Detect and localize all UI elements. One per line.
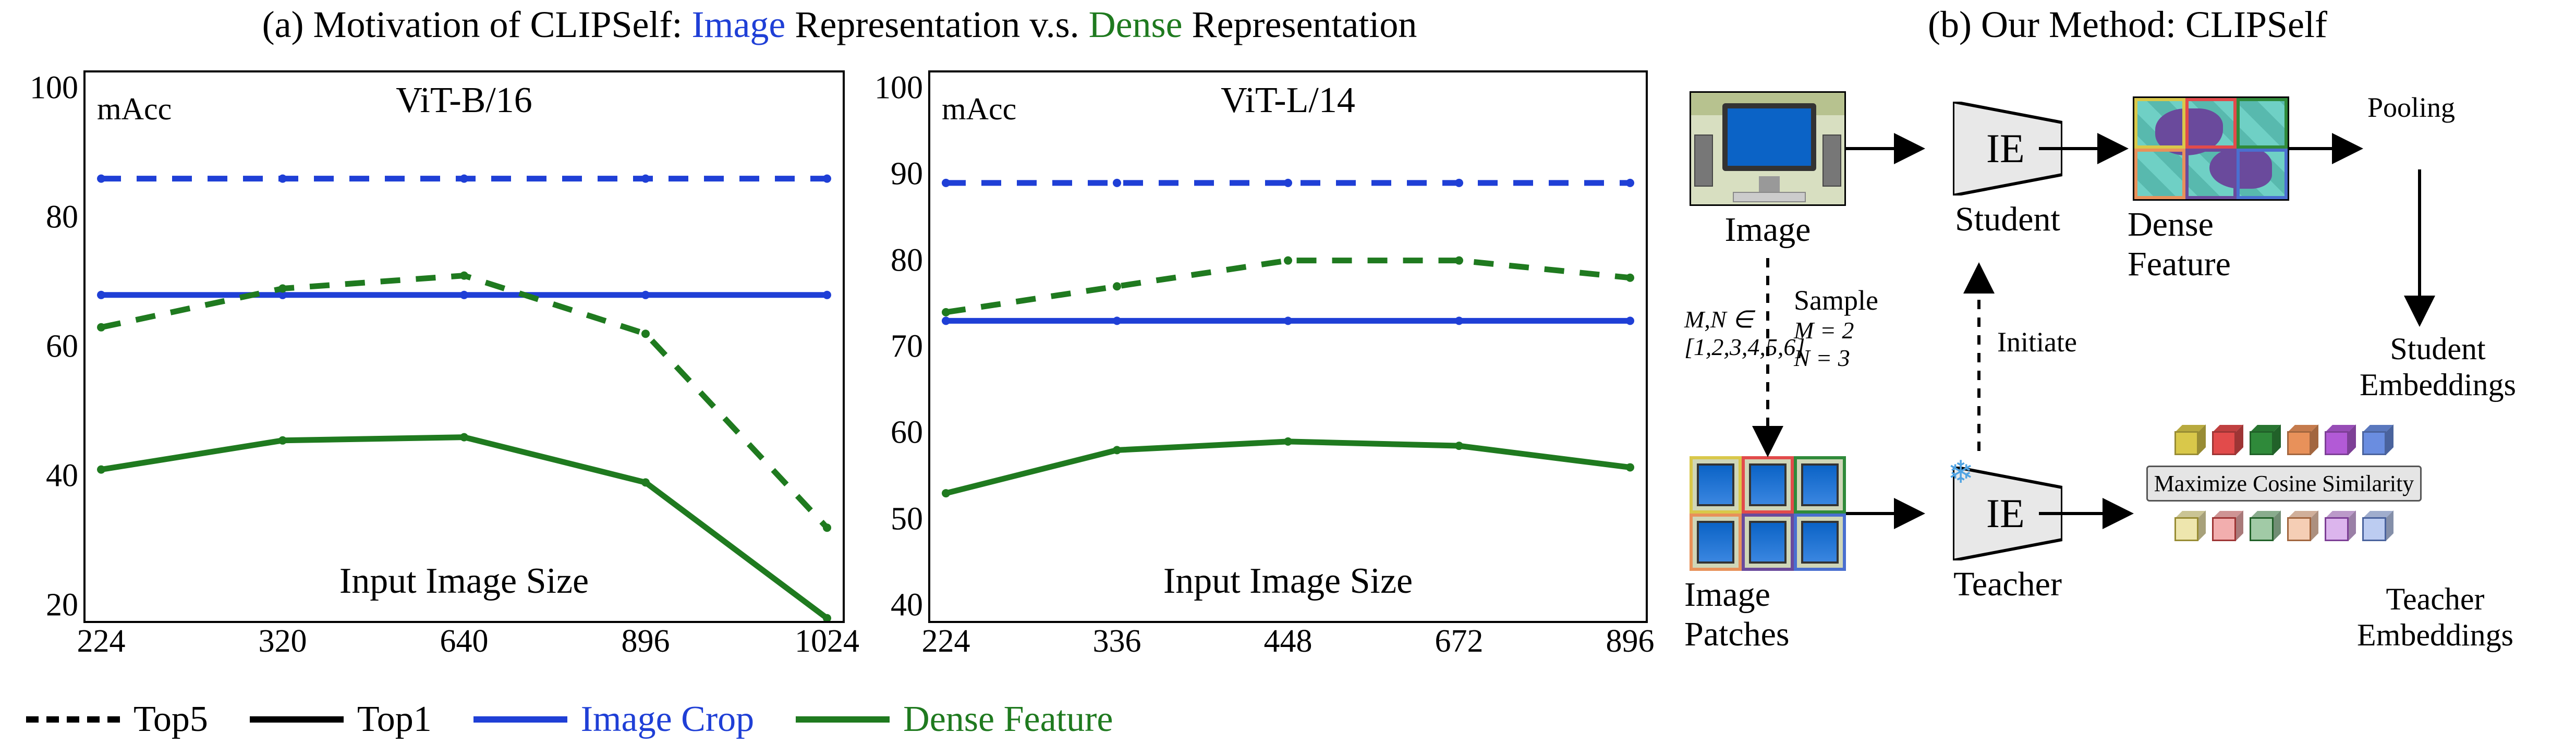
- patch-cell: [1690, 514, 1742, 571]
- patches-label: Image Patches: [1684, 575, 1851, 654]
- xtick: 320: [259, 623, 307, 660]
- xtick: 336: [1093, 623, 1141, 660]
- caption-a: (a) Motivation of CLIPSelf: Image Repres…: [0, 3, 1679, 46]
- arrow: [2409, 159, 2430, 331]
- student-embeddings-label: Student Embeddings: [2310, 331, 2566, 403]
- grid-cell: [2134, 98, 2185, 149]
- caption-b: (b) Our Method: CLIPSelf: [1679, 3, 2576, 46]
- cube-icon: [2212, 425, 2243, 456]
- chart-vitl: mAcc ViT-L/14 Input Image Size 405060708…: [866, 60, 1658, 665]
- ytick: 60: [46, 328, 78, 365]
- grid-cell: [2134, 149, 2185, 199]
- xtick: 896: [622, 623, 670, 660]
- patch-cell: [1742, 456, 1794, 514]
- similarity-box: Maximize Cosine Similarity: [2146, 466, 2422, 502]
- ytick: 80: [46, 199, 78, 236]
- sample-text: SampleM = 2N = 3: [1794, 284, 1878, 372]
- teacher-embeddings-label: Teacher Embeddings: [2305, 581, 2566, 653]
- cube-icon: [2362, 511, 2393, 542]
- embeddings-light: [2174, 511, 2393, 542]
- xtick: 1024: [795, 623, 859, 660]
- ytick: 20: [46, 587, 78, 624]
- teacher-encoder: IE❄Teacher: [1924, 467, 2091, 604]
- student-label: Student: [1955, 200, 2060, 239]
- xtick: 672: [1435, 623, 1484, 660]
- grid-cell: [2185, 98, 2237, 149]
- legend-top5: Top5: [133, 699, 208, 740]
- ytick: 50: [891, 500, 923, 538]
- patches-icon: [1690, 456, 1846, 571]
- cube-icon: [2250, 425, 2281, 456]
- encoder-label: IE: [1986, 125, 2025, 172]
- xtick: 448: [1264, 623, 1313, 660]
- initiate-label: Initiate: [1997, 326, 2077, 358]
- legend: Top5 Top1 Image Crop Dense Feature: [26, 696, 1669, 743]
- patch-cell: [1742, 514, 1794, 571]
- teacher-label: Teacher: [1953, 565, 2062, 604]
- ytick: 40: [46, 458, 78, 495]
- xtick: 224: [77, 623, 126, 660]
- xtick: 640: [440, 623, 489, 660]
- grid-cell: [2185, 149, 2237, 199]
- ytick: 70: [891, 328, 923, 365]
- embeddings-node: Maximize Cosine Similarity: [2138, 425, 2430, 542]
- dense-feature-icon: [2133, 96, 2289, 201]
- patches-node: Image Patches: [1684, 456, 1851, 654]
- legend-top1: Top1: [357, 699, 432, 740]
- student-encoder: IE Student: [1924, 102, 2091, 239]
- cube-icon: [2325, 511, 2356, 542]
- xtick: 896: [1606, 623, 1655, 660]
- patch-cell: [1690, 456, 1742, 514]
- cube-icon: [2174, 425, 2206, 456]
- legend-image-crop: Image Crop: [581, 699, 754, 740]
- chart-vitb: mAcc ViT-B/16 Input Image Size 204060801…: [21, 60, 866, 665]
- image-node: Image: [1684, 91, 1851, 250]
- cube-icon: [2287, 425, 2318, 456]
- mn-text: M,N ∈[1,2,3,4,5,6]: [1684, 305, 1805, 361]
- ytick: 100: [30, 70, 78, 107]
- ytick: 100: [874, 70, 923, 107]
- ytick: 80: [891, 242, 923, 279]
- arrow: [1836, 503, 1929, 524]
- ytick: 40: [891, 587, 923, 624]
- image-icon: [1690, 91, 1846, 206]
- cube-icon: [2287, 511, 2318, 542]
- cube-icon: [2250, 511, 2281, 542]
- dense-feature-label: Dense Feature: [2128, 205, 2294, 284]
- arrow: [2028, 138, 2133, 159]
- arrow: [2028, 503, 2138, 524]
- cube-icon: [2174, 511, 2206, 542]
- arrow: [1836, 138, 1929, 159]
- xtick: 224: [922, 623, 970, 660]
- dense-feature-node: Dense Feature: [2128, 96, 2294, 284]
- embeddings: [2174, 425, 2393, 456]
- arrow: [1969, 258, 1989, 461]
- cube-icon: [2362, 425, 2393, 456]
- pooling-label: Pooling: [2367, 91, 2455, 124]
- encoder-label: IE: [1986, 490, 2025, 537]
- arrow: [1757, 248, 1778, 461]
- image-label: Image: [1725, 210, 1811, 250]
- legend-dense-feature: Dense Feature: [903, 699, 1113, 740]
- cube-icon: [2325, 425, 2356, 456]
- cube-icon: [2212, 511, 2243, 542]
- ytick: 90: [891, 156, 923, 193]
- arrow: [2279, 138, 2367, 159]
- ytick: 60: [891, 414, 923, 451]
